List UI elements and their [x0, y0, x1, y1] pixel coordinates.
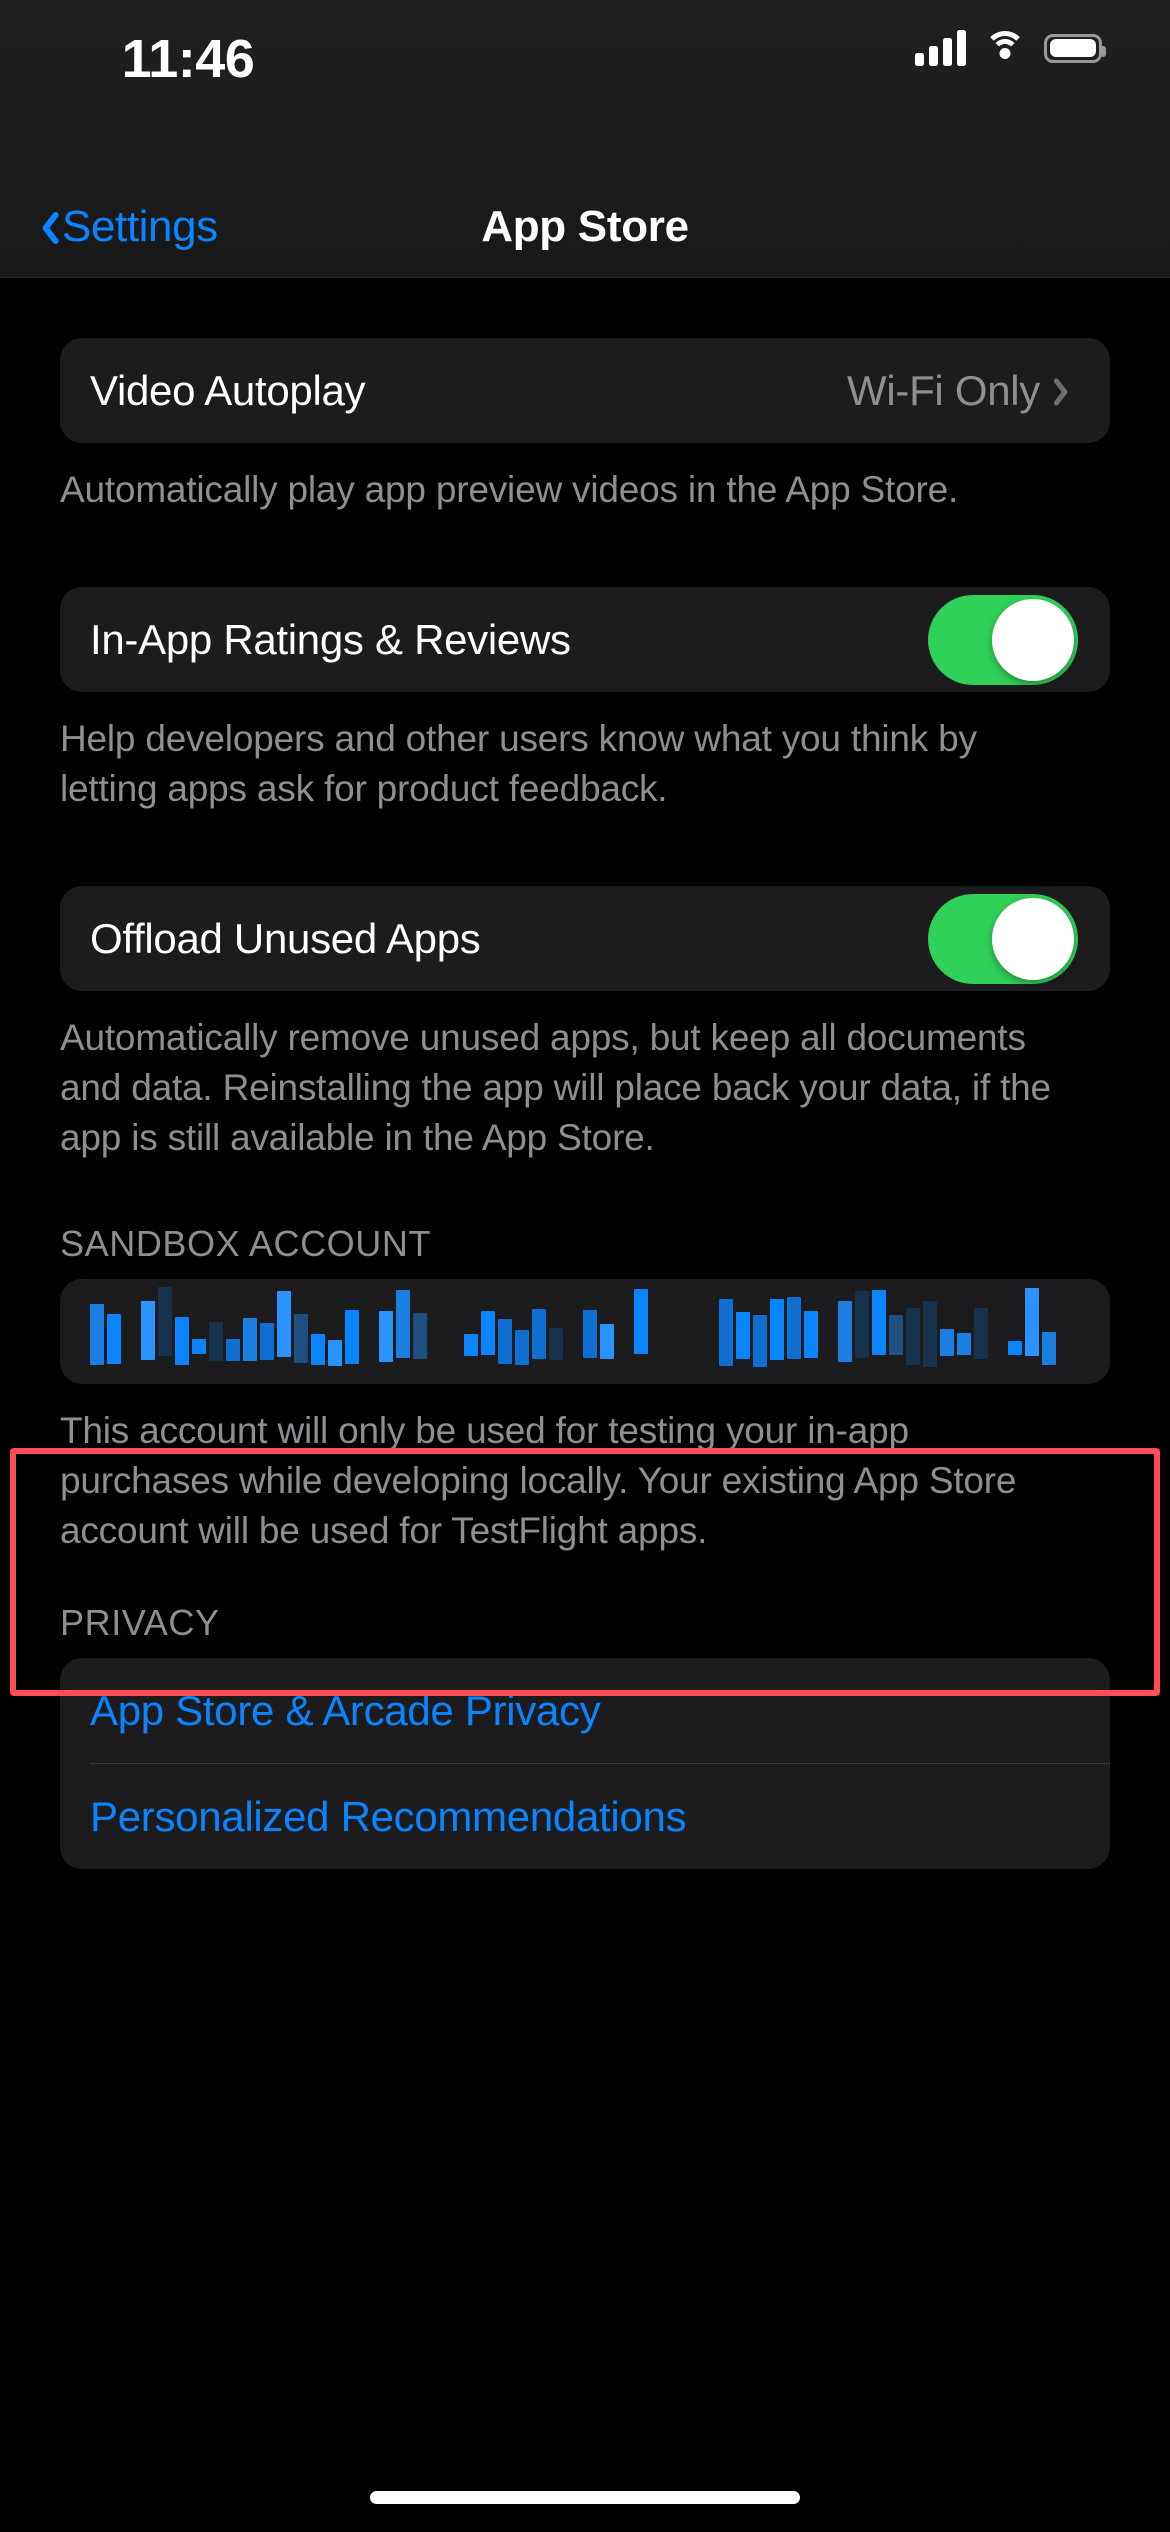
app-store-arcade-privacy-label: App Store & Arcade Privacy: [90, 1686, 601, 1734]
offload-unused-apps-card: Offload Unused Apps: [60, 886, 1110, 991]
video-autoplay-label: Video Autoplay: [90, 366, 366, 414]
sandbox-account-value-redacted: [90, 1286, 1073, 1367]
status-bar: 11:46: [0, 0, 1170, 175]
offload-unused-apps-toggle[interactable]: [928, 893, 1078, 984]
video-autoplay-card: Video Autoplay Wi-Fi Only: [60, 338, 1110, 443]
row-video-autoplay[interactable]: Video Autoplay Wi-Fi Only: [60, 338, 1110, 443]
cellular-bars-icon: [915, 30, 966, 66]
sandbox-account-footer: This account will only be used for testi…: [60, 1410, 1017, 1551]
sandbox-account-card: [60, 1279, 1110, 1384]
iphone-screen: 11:46 Settings App Store Video Autoplay: [0, 0, 1170, 2532]
status-bar-indicators: [915, 30, 1106, 66]
page-title: App Store: [481, 201, 689, 251]
row-app-store-arcade-privacy[interactable]: App Store & Arcade Privacy: [60, 1658, 1110, 1763]
video-autoplay-right: Wi-Fi Only: [847, 367, 1078, 415]
in-app-ratings-footer: Help developers and other users know wha…: [60, 718, 977, 809]
in-app-ratings-card: In-App Ratings & Reviews: [60, 587, 1110, 692]
in-app-ratings-label: In-App Ratings & Reviews: [90, 615, 571, 663]
offload-unused-apps-label: Offload Unused Apps: [90, 914, 481, 962]
offload-unused-apps-footer: Automatically remove unused apps, but ke…: [60, 1017, 1051, 1158]
row-in-app-ratings[interactable]: In-App Ratings & Reviews: [60, 587, 1110, 692]
video-autoplay-value: Wi-Fi Only: [847, 366, 1040, 414]
privacy-header: PRIVACY: [60, 1602, 220, 1643]
row-offload-unused-apps[interactable]: Offload Unused Apps: [60, 886, 1110, 991]
status-bar-time: 11:46: [121, 29, 255, 89]
sandbox-account-header: SANDBOX ACCOUNT: [60, 1223, 432, 1264]
video-autoplay-footer: Automatically play app preview videos in…: [60, 469, 959, 510]
row-personalized-recommendations[interactable]: Personalized Recommendations: [60, 1764, 1110, 1869]
navigation-bar: Settings App Store: [0, 175, 1170, 278]
in-app-ratings-toggle[interactable]: [928, 594, 1078, 685]
privacy-card: App Store & Arcade Privacy Personalized …: [60, 1658, 1110, 1869]
chevron-right-icon: [1060, 375, 1078, 407]
personalized-recommendations-label: Personalized Recommendations: [90, 1792, 687, 1840]
toggle-knob: [992, 897, 1074, 980]
battery-icon: [1044, 33, 1106, 63]
wifi-icon: [983, 31, 1027, 65]
toggle-knob: [992, 598, 1074, 681]
row-sandbox-account[interactable]: [60, 1279, 1110, 1384]
settings-list: Video Autoplay Wi-Fi Only Automatically …: [0, 278, 1170, 1869]
offload-unused-apps-right: [928, 893, 1078, 984]
in-app-ratings-right: [928, 594, 1078, 685]
home-indicator: [370, 2491, 800, 2504]
